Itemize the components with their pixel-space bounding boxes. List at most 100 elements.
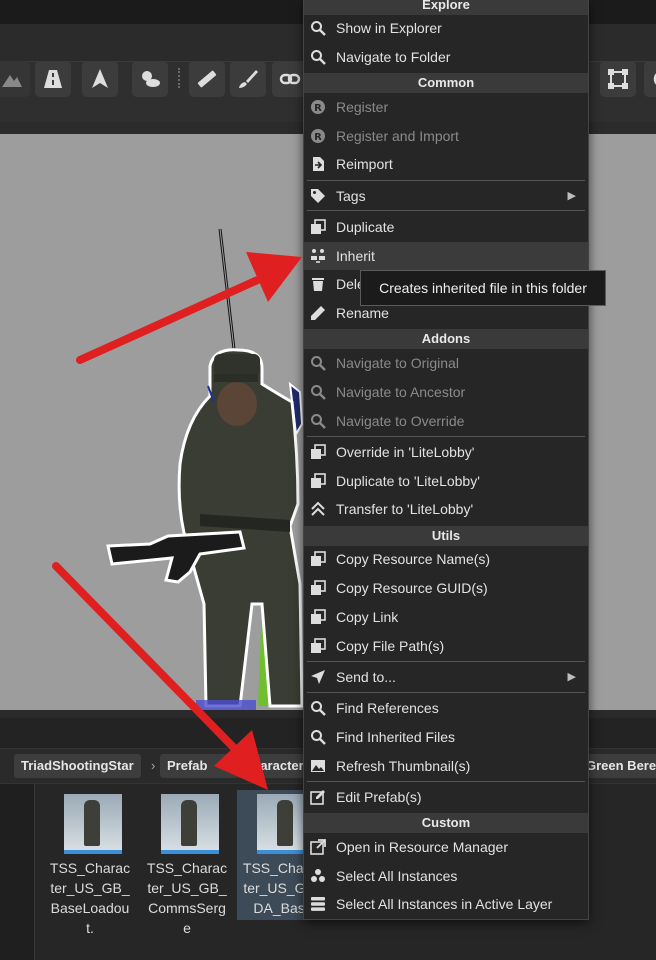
cursor-arrow-icon (92, 69, 108, 88)
menu-section-utils: Utils (304, 526, 588, 546)
menu-item-label: Transfer to 'LiteLobby' (336, 501, 474, 517)
edit-icon (310, 790, 325, 805)
menu-separator (307, 661, 585, 662)
menu-item-label: Register and Import (336, 128, 459, 144)
trash-icon (312, 278, 324, 291)
menu-item-label: Edit Prefab(s) (336, 789, 422, 805)
asset-thumbnail (257, 794, 307, 854)
asset-thumbnail (161, 794, 219, 854)
breadcrumb-item[interactable]: TriadShootingStar (14, 754, 141, 778)
tooltip: Creates inherited file in this folder (360, 270, 606, 306)
weather-tool-button[interactable] (132, 61, 168, 97)
menu-item-label: Inherit (336, 248, 375, 264)
menu-item-refresh-thumbnail[interactable]: Refresh Thumbnail(s) (304, 752, 588, 780)
menu-item-label: Find Inherited Files (336, 729, 456, 745)
copy-icon (311, 551, 326, 566)
link-icon (279, 73, 301, 85)
duplicate-icon (311, 219, 326, 234)
menu-item-copy-file-path[interactable]: Copy File Path(s) (304, 632, 588, 660)
menu-item-label: Navigate to Ancestor (336, 384, 466, 400)
menu-item-reimport[interactable]: Reimport (304, 150, 588, 178)
menu-section-custom: Custom (304, 813, 588, 833)
menu-item-copy-resource-guid[interactable]: Copy Resource GUID(s) (304, 574, 588, 602)
menu-item-override-in[interactable]: Override in 'LiteLobby' (304, 438, 588, 466)
svg-text:R: R (314, 132, 322, 143)
copy-icon (311, 638, 326, 653)
brush-icon (239, 70, 258, 88)
menu-section-addons: Addons (304, 329, 588, 349)
menu-item-select-all-instances[interactable]: Select All Instances (304, 862, 588, 890)
search-icon (311, 21, 326, 36)
menu-section-explore: Explore (304, 0, 588, 15)
menu-item-duplicate[interactable]: Duplicate (304, 213, 588, 241)
toolbar-separator (178, 68, 182, 88)
folder-tree-panel (0, 784, 35, 960)
menu-item-send-to[interactable]: Send to... ▶ (304, 663, 588, 691)
menu-item-label: Copy Resource Name(s) (336, 551, 491, 567)
menu-item-inherit[interactable]: Inherit (304, 242, 588, 270)
asset-item[interactable]: TSS_Character_US_GB_CommsSerge (141, 790, 227, 936)
paint-tool-button[interactable] (230, 61, 266, 97)
breadcrumb-item[interactable]: Character (236, 754, 312, 778)
menu-item-register[interactable]: R Register (304, 93, 588, 121)
breadcrumb-item[interactable]: Prefab (160, 754, 238, 778)
menu-item-register-and-import[interactable]: R Register and Import (304, 122, 588, 150)
menu-item-label: Duplicate to 'LiteLobby' (336, 473, 480, 489)
menu-item-navigate-to-override[interactable]: Navigate to Override (304, 407, 588, 435)
menu-separator (307, 180, 585, 181)
menu-item-transfer-to[interactable]: Transfer to 'LiteLobby' (304, 495, 588, 523)
menu-item-label: Show in Explorer (336, 20, 442, 36)
asset-item-selected[interactable]: TSS_Character_US_GB_DA_Base (237, 790, 307, 920)
search-icon (311, 50, 326, 65)
select-tool-button[interactable] (82, 61, 118, 97)
menu-item-label: Duplicate (336, 219, 395, 235)
menu-section-common: Common (304, 73, 588, 93)
menu-separator (307, 692, 585, 693)
menu-item-label: Refresh Thumbnail(s) (336, 758, 471, 774)
menu-item-copy-link[interactable]: Copy Link (304, 603, 588, 631)
external-link-icon (310, 839, 326, 855)
menu-separator (307, 436, 585, 437)
road-tool-button[interactable] (35, 61, 71, 97)
menu-item-show-in-explorer[interactable]: Show in Explorer (304, 14, 588, 42)
menu-item-label: Navigate to Override (336, 413, 465, 429)
send-icon (311, 670, 325, 684)
search-icon (311, 385, 326, 400)
menu-item-duplicate-to[interactable]: Duplicate to 'LiteLobby' (304, 467, 588, 495)
context-menu: Explore Show in Explorer Navigate to Fol… (303, 0, 589, 920)
menu-item-edit-prefab[interactable]: Edit Prefab(s) (304, 783, 588, 811)
menu-item-tags[interactable]: Tags ▶ (304, 182, 588, 210)
menu-item-label: Copy Resource GUID(s) (336, 580, 488, 596)
asset-name: TSS_Character_US_GB_BaseLoadout. (49, 860, 131, 936)
asset-item[interactable]: TSS_Character_US_GB_BaseLoadout. (44, 790, 130, 936)
menu-item-select-all-instances-active-layer[interactable]: Select All Instances in Active Layer (304, 890, 588, 918)
terrain-tool-button[interactable] (0, 61, 30, 97)
menu-item-label: Open in Resource Manager (336, 839, 508, 855)
menu-item-label: Select All Instances in Active Layer (336, 896, 553, 912)
menu-item-find-references[interactable]: Find References (304, 694, 588, 722)
search-icon (311, 730, 326, 745)
ruler-icon (197, 70, 217, 88)
menu-item-navigate-to-folder[interactable]: Navigate to Folder (304, 43, 588, 71)
copy-icon (311, 580, 326, 595)
menu-item-label: Reimport (336, 156, 393, 172)
breadcrumb-item[interactable]: Green Beret (584, 754, 656, 778)
menu-item-label: Tags (336, 188, 366, 204)
more-tool-button[interactable] (644, 61, 656, 97)
menu-item-label: Navigate to Original (336, 355, 459, 371)
menu-item-label: Send to... (336, 669, 396, 685)
measure-tool-button[interactable] (189, 61, 225, 97)
menu-item-navigate-to-original[interactable]: Navigate to Original (304, 349, 588, 377)
menu-item-label: Copy File Path(s) (336, 638, 445, 654)
instances-icon (311, 869, 325, 882)
duplicate-icon (311, 444, 326, 459)
transform-tool-button[interactable] (600, 61, 636, 97)
pencil-icon (311, 306, 325, 320)
menu-item-navigate-to-ancestor[interactable]: Navigate to Ancestor (304, 378, 588, 406)
submenu-arrow-icon: ▶ (567, 190, 576, 202)
menu-item-open-in-resource-manager[interactable]: Open in Resource Manager (304, 833, 588, 861)
weather-icon (142, 71, 160, 87)
double-chevron-up-icon (311, 501, 325, 516)
menu-item-find-inherited-files[interactable]: Find Inherited Files (304, 723, 588, 751)
menu-item-copy-resource-name[interactable]: Copy Resource Name(s) (304, 545, 588, 573)
